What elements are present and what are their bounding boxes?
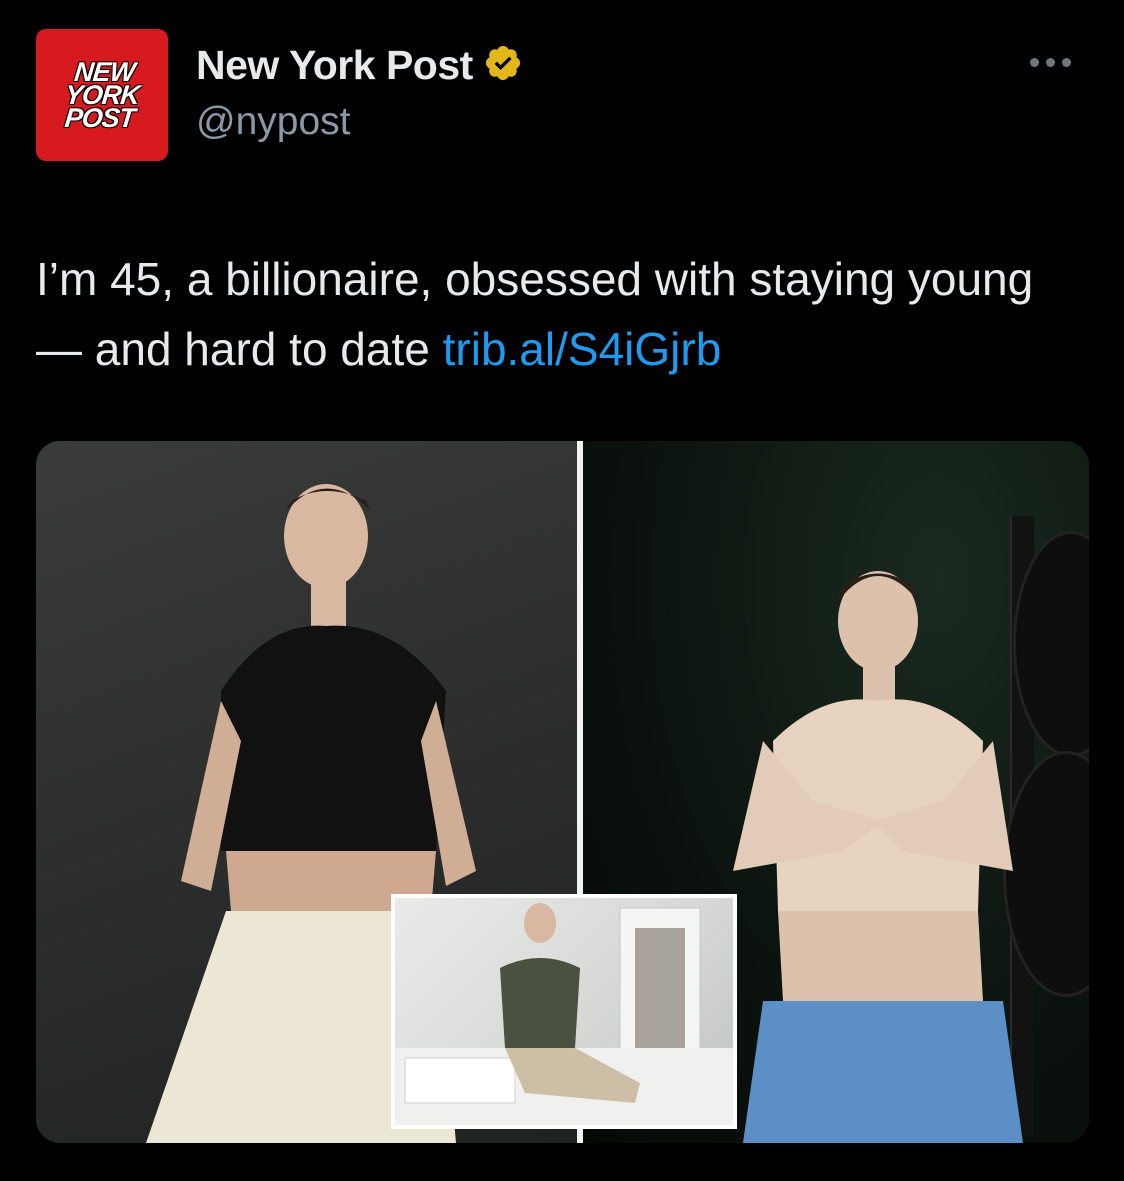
author-name-row: New York Post <box>196 42 523 89</box>
new-york-post-logo: NEW YORK POST <box>63 56 141 133</box>
more-horizontal-icon[interactable] <box>1030 58 1071 67</box>
inset-photo <box>391 894 737 1129</box>
tweet-link[interactable]: trib.al/S4iGjrb <box>443 323 722 375</box>
tweet-text: I’m 45, a billionaire, obsessed with sta… <box>36 244 1086 384</box>
display-name[interactable]: New York Post <box>196 42 473 89</box>
handle[interactable]: @nypost <box>196 100 351 144</box>
tweet-media[interactable] <box>36 441 1089 1143</box>
verified-badge-icon <box>483 43 523 88</box>
avatar[interactable]: NEW YORK POST <box>36 29 168 161</box>
man-seated-figure <box>395 903 733 1125</box>
